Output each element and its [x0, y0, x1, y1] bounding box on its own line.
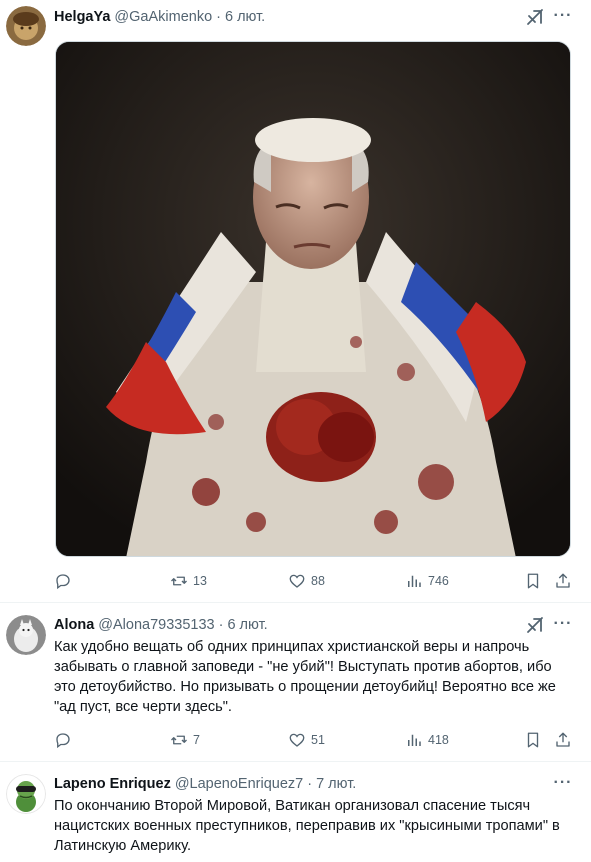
views-count: 746 [428, 574, 449, 588]
reply-icon [56, 733, 70, 749]
tweet-time[interactable]: 6 лют. [227, 617, 267, 633]
share-button[interactable] [554, 571, 572, 591]
views-count: 418 [428, 733, 449, 747]
like-count: 88 [311, 574, 325, 588]
repost-count: 7 [193, 733, 200, 747]
views-button[interactable]: 746 [405, 571, 449, 591]
separator: · [307, 776, 313, 792]
share-icon [556, 573, 570, 588]
reply-icon [56, 574, 70, 590]
like-button[interactable]: 88 [288, 571, 325, 591]
bookmark-button[interactable] [524, 730, 542, 750]
avatar-lapeno[interactable] [6, 774, 46, 814]
bookmark-icon [527, 732, 539, 748]
separator: · [216, 9, 221, 25]
views-icon [408, 734, 421, 746]
views-button[interactable]: 418 [405, 730, 449, 750]
more-icon[interactable]: ··· [553, 773, 573, 793]
repost-icon [171, 735, 187, 745]
author-handle[interactable]: @GaAkimenko [114, 9, 212, 25]
tweet-time[interactable]: 6 лют. [225, 9, 265, 25]
share-button[interactable] [554, 730, 572, 750]
bookmark-button[interactable] [524, 571, 542, 591]
tweet-image[interactable] [55, 41, 571, 557]
more-icon[interactable]: ··· [553, 6, 573, 26]
bookmark-icon [527, 573, 539, 589]
tweet-actions: 7 51 418 [54, 730, 574, 750]
tweet-header: Alona @Alona79335133 · 6 лют. [54, 615, 268, 635]
author-name[interactable]: Lapeno Enriquez [54, 776, 171, 792]
tweet-text: По окончанию Второй Мировой, Ватикан орг… [54, 798, 560, 854]
repost-button[interactable]: 7 [170, 730, 200, 750]
author-name[interactable]: HelgaYa [54, 9, 110, 25]
repost-count: 13 [193, 574, 207, 588]
avatar-helgaya[interactable] [6, 6, 46, 46]
tweet-time[interactable]: 7 лют. [316, 776, 356, 792]
tweet-alona[interactable]: Alona @Alona79335133 · 6 лют. ··· Как уд… [0, 603, 591, 761]
like-count: 51 [311, 733, 325, 747]
repost-button[interactable]: 13 [170, 571, 207, 591]
tweet-header: Lapeno Enriquez @LapenoEnriquez7 · 7 лют… [54, 774, 356, 794]
tweet-text: Как удобно вещать об одних принципах хри… [54, 639, 556, 715]
share-icon [556, 732, 570, 747]
grok-icon[interactable] [525, 7, 545, 27]
avatar-alona[interactable] [6, 615, 46, 655]
tweet-header: HelgaYa @GaAkimenko · 6 лют. [54, 7, 265, 27]
more-icon[interactable]: ··· [553, 614, 573, 634]
tweet-helgaya[interactable]: HelgaYa @GaAkimenko · 6 лют. ··· 13 88 7… [0, 0, 591, 602]
tweet-lapeno[interactable]: Lapeno Enriquez @LapenoEnriquez7 · 7 лют… [0, 762, 591, 862]
grok-icon[interactable] [525, 615, 545, 635]
reply-button[interactable] [54, 730, 77, 750]
like-icon [289, 574, 305, 588]
repost-icon [171, 576, 187, 586]
like-button[interactable]: 51 [288, 730, 325, 750]
author-name[interactable]: Alona [54, 617, 94, 633]
separator: · [218, 617, 224, 633]
reply-button[interactable] [54, 571, 77, 591]
tweet-actions: 13 88 746 [54, 571, 574, 591]
views-icon [408, 575, 421, 587]
like-icon [289, 733, 305, 747]
author-handle[interactable]: @Alona79335133 [98, 617, 214, 633]
author-handle[interactable]: @LapenoEnriquez7 [175, 776, 303, 792]
